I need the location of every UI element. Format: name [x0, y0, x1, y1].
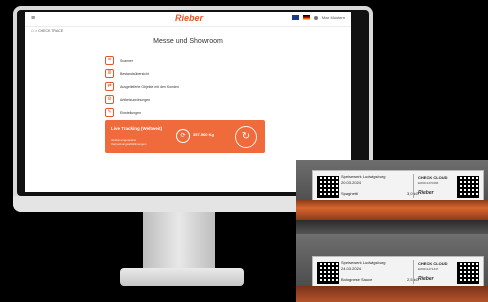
qr-code-icon	[317, 176, 339, 198]
monitor-stand-neck	[143, 212, 215, 272]
scanner-icon: ⌗	[105, 56, 114, 65]
menu-list: ⌗ Scanner ≣ Bestandsübersicht ⇄ Ausgelie…	[105, 54, 265, 119]
label-date: 20.03.2024	[341, 180, 362, 185]
container-gap	[296, 220, 488, 234]
menu-item-inventory[interactable]: ≣ Bestandsübersicht	[105, 67, 265, 80]
user-icon[interactable]	[313, 15, 318, 20]
menu-item-settings[interactable]: ✎ Einstellungen	[105, 106, 265, 119]
menu-item-label: Einstellungen	[120, 110, 142, 115]
label-product: Speisewerk Ludwigsburg	[341, 174, 386, 179]
label-code: EW0C1471447	[418, 267, 439, 271]
label-brand: Rieber	[418, 276, 434, 282]
qr-code-icon	[317, 262, 339, 284]
globe-icon: ⟳	[176, 129, 190, 143]
container-label-2: Speisewerk Ludwigsburg 24.03.2024 Bologn…	[312, 256, 484, 288]
user-name[interactable]: Max Mustern	[322, 15, 345, 20]
top-bar: ≡ Rieber Max Mustern	[25, 12, 351, 27]
label-check-box: CHECK CLOUD EW0C1471447 Rieber	[413, 260, 456, 284]
inventory-icon: ≣	[105, 69, 114, 78]
delivery-icon: ⇄	[105, 82, 114, 91]
breadcrumb[interactable]: ☖ > CHECK TRACE	[31, 29, 63, 33]
tracking-title: Live Tracking (Weltweit)	[111, 126, 163, 131]
container-rim	[296, 200, 488, 220]
label-product: Speisewerk Ludwigsburg	[341, 260, 386, 265]
recycle-icon: ↻	[235, 126, 257, 148]
menu-item-label: Artikelzuordnungen	[120, 97, 151, 102]
flag-de-icon[interactable]	[302, 15, 310, 20]
qr-code-icon	[457, 176, 479, 198]
live-tracking-card[interactable]: Live Tracking (Weltweit) Global eingespa…	[105, 120, 265, 153]
page-title: Messe und Showroom	[153, 38, 223, 45]
container-rim-bottom	[296, 286, 488, 302]
flag-gb-icon[interactable]	[291, 15, 299, 20]
menu-item-articles[interactable]: ⚙ Artikelzuordnungen	[105, 93, 265, 106]
label-brand: Rieber	[418, 190, 434, 196]
top-right-controls: Max Mustern	[291, 15, 345, 20]
hamburger-menu-icon[interactable]: ≡	[31, 15, 35, 22]
label-item: Spaghetti	[341, 191, 358, 196]
container-label-1: Speisewerk Ludwigsburg 20.03.2024 Spaghe…	[312, 170, 484, 202]
monitor-stand-foot	[120, 268, 244, 286]
menu-item-scanner[interactable]: ⌗ Scanner	[105, 54, 265, 67]
label-item: Bolognese Sauce	[341, 277, 373, 282]
container-photo: Speisewerk Ludwigsburg 20.03.2024 Spaghe…	[296, 160, 488, 302]
qr-code-icon	[457, 262, 479, 284]
rieber-logo: Rieber	[175, 13, 204, 23]
menu-item-label: Bestandsübersicht	[120, 71, 149, 76]
menu-item-label: Ausgelieferte Objekte mit den Kunden	[120, 84, 179, 89]
articles-icon: ⚙	[105, 95, 114, 104]
tracking-subtitle: Global eingesparte Verpackungsabfallmeng…	[111, 138, 147, 146]
menu-item-delivered[interactable]: ⇄ Ausgelieferte Objekte mit den Kunden	[105, 80, 265, 93]
label-code: EW0C1470465	[418, 181, 439, 185]
settings-icon: ✎	[105, 108, 114, 117]
menu-item-label: Scanner	[120, 58, 134, 63]
label-check-box: CHECK CLOUD EW0C1470465 Rieber	[413, 174, 456, 198]
tracking-weight: 357.560 Kg	[193, 132, 214, 137]
label-check-title: CHECK CLOUD	[418, 261, 448, 266]
label-check-title: CHECK CLOUD	[418, 175, 448, 180]
label-date: 24.03.2024	[341, 266, 362, 271]
